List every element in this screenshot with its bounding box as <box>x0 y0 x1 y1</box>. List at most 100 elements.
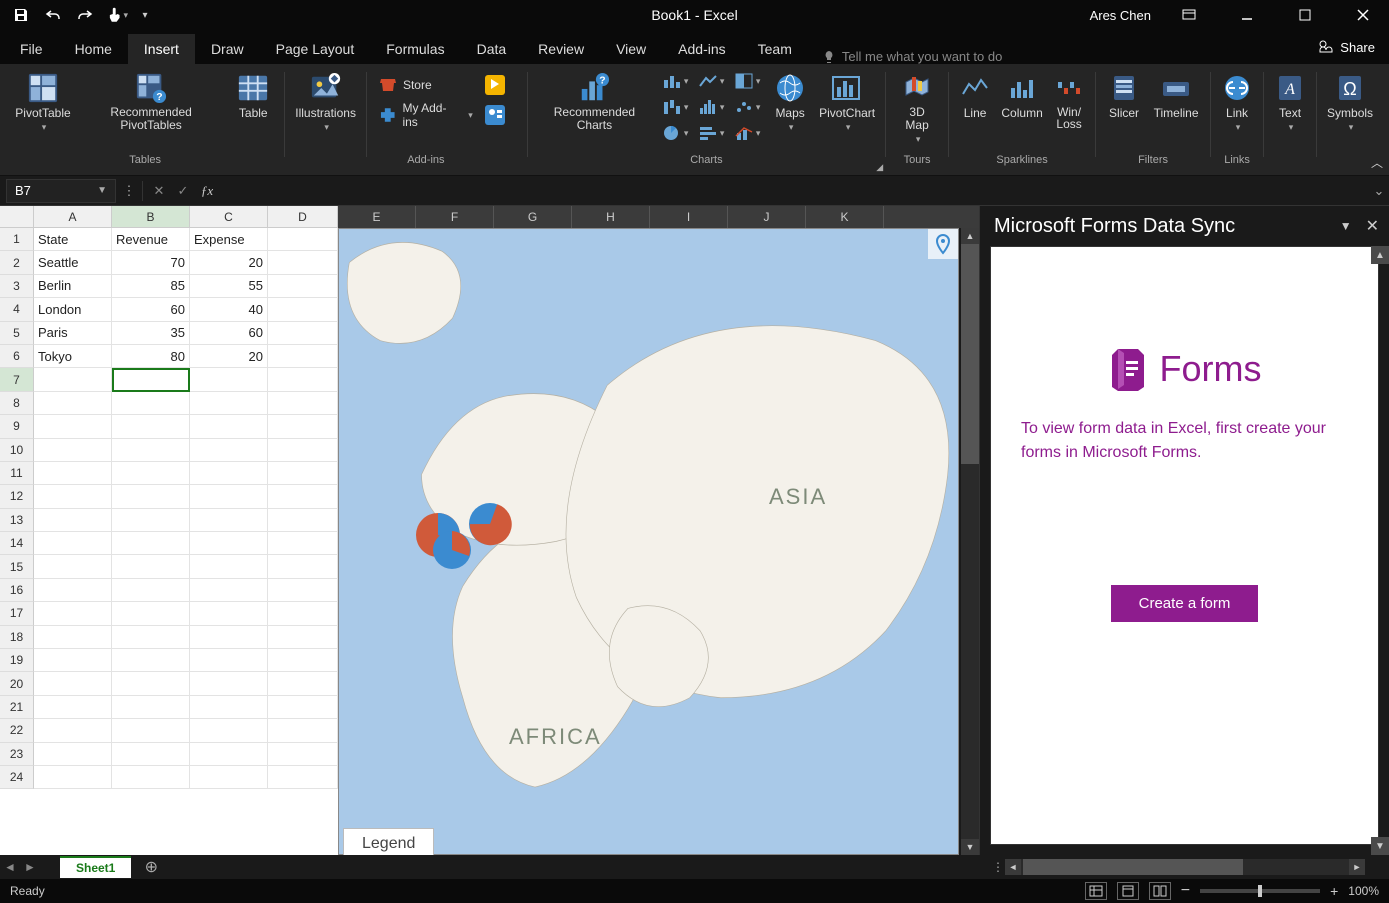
sheet-tab-active[interactable]: Sheet1 <box>60 856 131 878</box>
ribbon-tab-file[interactable]: File <box>4 34 59 64</box>
row-header-23[interactable]: 23 <box>0 743 34 766</box>
timeline-button[interactable]: Timeline <box>1148 68 1204 152</box>
text-button[interactable]: A Text▾ <box>1270 68 1310 152</box>
row-header-9[interactable]: 9 <box>0 415 34 438</box>
column-chart-icon[interactable]: ▾ <box>657 68 693 94</box>
cell[interactable] <box>268 228 338 251</box>
pie-chart-icon[interactable]: ▾ <box>657 120 693 146</box>
cell[interactable] <box>268 345 338 368</box>
cell[interactable] <box>112 462 190 485</box>
row-header-6[interactable]: 6 <box>0 345 34 368</box>
scroll-thumb[interactable] <box>961 244 979 464</box>
cell[interactable] <box>268 485 338 508</box>
cell[interactable]: Paris <box>34 322 112 345</box>
cell[interactable] <box>190 719 268 742</box>
cell[interactable] <box>190 555 268 578</box>
tp-scroll-down-icon[interactable]: ▼ <box>1371 837 1389 855</box>
row-header-14[interactable]: 14 <box>0 532 34 555</box>
cell[interactable]: 20 <box>190 251 268 274</box>
cell[interactable] <box>34 368 112 391</box>
cell[interactable] <box>190 485 268 508</box>
symbols-button[interactable]: Ω Symbols▾ <box>1323 68 1377 152</box>
cell[interactable] <box>268 602 338 625</box>
cell[interactable] <box>112 626 190 649</box>
touch-mode-icon[interactable]: ▾ <box>106 5 128 25</box>
scatter-chart-icon[interactable]: ▾ <box>729 94 765 120</box>
col-header-D[interactable]: D <box>268 206 338 227</box>
ribbon-tab-review[interactable]: Review <box>522 34 600 64</box>
minimize-icon[interactable] <box>1227 0 1267 30</box>
cell[interactable]: 40 <box>190 298 268 321</box>
cell[interactable] <box>190 509 268 532</box>
undo-icon[interactable] <box>42 5 64 25</box>
cell[interactable] <box>268 415 338 438</box>
cell[interactable] <box>190 649 268 672</box>
col-header-E[interactable]: E <box>338 206 416 228</box>
row-header-19[interactable]: 19 <box>0 649 34 672</box>
ribbon-tab-add-ins[interactable]: Add-ins <box>662 34 741 64</box>
cell[interactable] <box>34 672 112 695</box>
cell[interactable]: 55 <box>190 275 268 298</box>
cell[interactable] <box>190 579 268 602</box>
hscroll-thumb[interactable] <box>1023 859 1243 875</box>
collapse-ribbon-icon[interactable]: ︿ <box>1371 154 1383 171</box>
line-chart-icon[interactable]: ▾ <box>693 68 729 94</box>
sparkline-line-button[interactable]: Line <box>955 68 995 152</box>
cell[interactable]: 60 <box>190 322 268 345</box>
row-header-11[interactable]: 11 <box>0 462 34 485</box>
cell[interactable] <box>268 322 338 345</box>
cell[interactable] <box>268 672 338 695</box>
col-header-C[interactable]: C <box>190 206 268 227</box>
row-header-16[interactable]: 16 <box>0 579 34 602</box>
cell[interactable] <box>34 696 112 719</box>
ribbon-tab-home[interactable]: Home <box>59 34 128 64</box>
row-header-7[interactable]: 7 <box>0 368 34 391</box>
cell[interactable]: 35 <box>112 322 190 345</box>
store-button[interactable]: Store <box>373 72 438 98</box>
cell[interactable] <box>268 298 338 321</box>
cell[interactable]: Berlin <box>34 275 112 298</box>
ribbon-tab-team[interactable]: Team <box>742 34 808 64</box>
col-header-G[interactable]: G <box>494 206 572 228</box>
formula-input[interactable] <box>219 179 1369 203</box>
cell[interactable] <box>268 368 338 391</box>
col-header-K[interactable]: K <box>806 206 884 228</box>
row-header-21[interactable]: 21 <box>0 696 34 719</box>
cell[interactable] <box>112 719 190 742</box>
cell[interactable] <box>112 766 190 789</box>
map-pin-icon[interactable] <box>928 229 958 259</box>
cell[interactable]: Revenue <box>112 228 190 251</box>
cell[interactable] <box>268 766 338 789</box>
close-icon[interactable] <box>1343 0 1383 30</box>
tell-me-search[interactable]: Tell me what you want to do <box>822 49 1002 64</box>
name-box-dropdown-icon[interactable]: ▼ <box>97 185 107 196</box>
formula-bar-expand-icon[interactable]: ⌄ <box>1369 183 1389 199</box>
cell[interactable]: State <box>34 228 112 251</box>
cell[interactable] <box>34 509 112 532</box>
cell[interactable]: 60 <box>112 298 190 321</box>
enter-icon[interactable]: ✓ <box>171 179 195 203</box>
cell[interactable] <box>190 415 268 438</box>
ribbon-display-icon[interactable] <box>1169 0 1209 30</box>
cell[interactable] <box>112 439 190 462</box>
pivotchart-button[interactable]: PivotChart▾ <box>815 68 879 152</box>
cell[interactable] <box>268 555 338 578</box>
table-button[interactable]: Table <box>228 68 278 152</box>
redo-icon[interactable] <box>74 5 96 25</box>
row-header-4[interactable]: 4 <box>0 298 34 321</box>
column-headers[interactable]: A B C D <box>0 206 338 228</box>
zoom-in-button[interactable]: + <box>1330 883 1338 899</box>
cell[interactable] <box>268 509 338 532</box>
cell[interactable] <box>190 392 268 415</box>
cell[interactable] <box>34 392 112 415</box>
zoom-out-button[interactable]: − <box>1181 882 1190 900</box>
ribbon-tab-view[interactable]: View <box>600 34 662 64</box>
cell[interactable] <box>112 368 190 391</box>
scroll-up-icon[interactable]: ▲ <box>961 228 979 244</box>
scroll-down-icon[interactable]: ▼ <box>961 839 979 855</box>
view-page-break-icon[interactable] <box>1149 882 1171 900</box>
view-page-layout-icon[interactable] <box>1117 882 1139 900</box>
qat-customize-icon[interactable]: ▾ <box>138 5 152 25</box>
user-name[interactable]: Ares Chen <box>1090 8 1151 23</box>
cell[interactable] <box>190 696 268 719</box>
